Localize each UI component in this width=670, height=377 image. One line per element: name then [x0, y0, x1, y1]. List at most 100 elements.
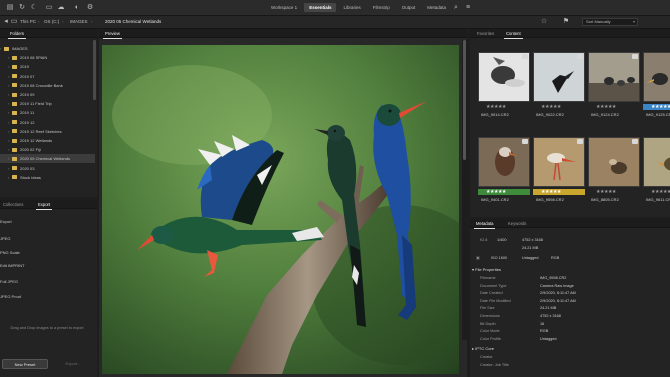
star-filter-icon[interactable]: ☆ — [540, 18, 548, 26]
chevron-right-icon[interactable]: › — [8, 108, 9, 117]
folder-item[interactable]: › IMAGES — [0, 44, 95, 53]
breadcrumb-current[interactable]: 2020 05 Chemical Wetlands — [105, 19, 161, 24]
folder-item[interactable]: › 2019 09 — [0, 90, 95, 99]
chevron-right-icon[interactable]: › — [8, 127, 9, 136]
thumbnail-image[interactable] — [533, 137, 585, 187]
tab-collections[interactable]: Collections — [3, 202, 23, 207]
rating-stars[interactable]: ★★★★★ — [588, 104, 640, 110]
folder-item[interactable]: › 2019 08 SPAIN — [0, 53, 95, 62]
thumbnail-image[interactable] — [588, 52, 640, 102]
filter-icon[interactable]: ⚑ — [562, 18, 570, 26]
thumbnail-cell[interactable]: ★★★★★ IMG_9598.CR2 — [533, 137, 585, 207]
settings-icon[interactable]: ⚙ — [86, 4, 94, 12]
thumbnail-image[interactable] — [478, 52, 530, 102]
folder-item[interactable]: › 2019 — [0, 62, 95, 71]
cloud-icon[interactable]: ☁ — [57, 4, 65, 12]
folder-item[interactable]: › 2020 02 Fiji — [0, 145, 95, 154]
tab-export[interactable]: Export — [35, 202, 53, 210]
back-icon[interactable]: ◂ — [2, 18, 10, 26]
rating-stars[interactable]: ★★★★★ — [643, 104, 670, 110]
chevron-right-icon[interactable]: › — [0, 44, 1, 53]
moon-icon[interactable]: ☾ — [30, 4, 38, 12]
tab-folders[interactable]: Folders — [8, 31, 26, 39]
breadcrumb-item[interactable]: This PC — [20, 19, 36, 24]
tab-content[interactable]: Content — [504, 31, 523, 39]
rating-stars[interactable]: ★★★★★ — [533, 189, 585, 195]
workspace-menu-icon[interactable]: ≡ — [464, 4, 472, 12]
tab-favorites[interactable]: Favorites — [477, 31, 494, 36]
chevron-right-icon[interactable]: › — [8, 72, 9, 81]
tab-keywords[interactable]: Keywords — [508, 221, 526, 226]
chevron-right-icon[interactable]: › — [8, 118, 9, 127]
export-preset[interactable]: JPEG — [0, 236, 10, 241]
color-icon[interactable]: ◐ — [73, 4, 81, 12]
chevron-right-icon[interactable]: › — [8, 145, 9, 154]
thumbnail-cell[interactable]: ★★★★★ IMG_8805.CR2 — [588, 137, 640, 207]
thumbnail-image[interactable] — [643, 52, 670, 102]
thumbnail-cell[interactable]: ★★★★★ IMG_9124.CR2 — [588, 52, 640, 122]
rating-stars[interactable]: ★★★★★ — [478, 104, 530, 110]
thumbnail-cell[interactable]: ★★★★★ IMG_9014.CR2 — [478, 52, 530, 122]
thumbnail-cell[interactable]: ★★★★★ IMG_9611.CR2 — [643, 137, 670, 207]
export-preset[interactable]: Export — [0, 219, 12, 224]
chevron-right-icon[interactable]: › — [8, 62, 9, 71]
folder-item[interactable]: › 2020 03 — [0, 164, 95, 173]
chevron-right-icon[interactable]: › — [8, 90, 9, 99]
iptc-header[interactable]: ▸ IPTC Core — [472, 346, 494, 351]
sync-icon[interactable]: ↻ — [18, 4, 26, 12]
folder-item[interactable]: › 2019 12 Wetlands — [0, 136, 95, 145]
folder-item[interactable]: › 2020 05 Chemical Wetlands — [0, 154, 95, 164]
chevron-right-icon[interactable]: › — [8, 136, 9, 145]
chevron-right-icon[interactable]: › — [8, 81, 9, 90]
folder-item[interactable]: › 2019 12 Reef Sketches — [0, 127, 95, 136]
folder-icon[interactable]: ▭ — [45, 4, 53, 12]
thumbnail-image[interactable] — [533, 52, 585, 102]
export-preset[interactable]: PNG Scale — [0, 250, 20, 255]
thumbnail-cell[interactable]: ★★★★★ IMG_9401.CR2 — [478, 137, 530, 207]
property-value: 2/9/2020, 8:11:47 AM — [540, 298, 576, 303]
folders-scrollbar[interactable] — [93, 40, 96, 100]
scroll-thumb[interactable] — [463, 40, 466, 160]
rating-stars[interactable]: ★★★★★ — [478, 189, 530, 195]
workspace-tab[interactable]: Metadata — [422, 3, 451, 12]
rating-stars[interactable]: ★★★★★ — [588, 189, 640, 195]
folder-item[interactable]: › 2019 11 — [0, 108, 95, 117]
sort-dropdown[interactable]: Sort Manually ▾ — [582, 18, 638, 26]
workspace-tab[interactable]: Output — [397, 3, 421, 12]
preview-image[interactable] — [102, 45, 459, 374]
workspace-tab[interactable]: Libraries — [338, 3, 365, 12]
drive-icon[interactable]: ▤ — [6, 4, 14, 12]
folder-item[interactable]: › 2019 08 Crocodile Bank — [0, 81, 95, 90]
chevron-right-icon[interactable]: › — [8, 173, 9, 182]
folder-item[interactable]: › Stock Ideas — [0, 173, 95, 182]
preview-scrollbar[interactable] — [462, 40, 467, 340]
thumbnail-image[interactable] — [643, 137, 670, 187]
folder-item[interactable]: › 2019 11 Field Trip — [0, 99, 95, 108]
workspace-tab[interactable]: Filmstrip — [368, 3, 395, 12]
folder-item[interactable]: › 2019 12 — [0, 118, 95, 127]
folder-item[interactable]: › 2019 07 — [0, 72, 95, 81]
thumbnail-cell[interactable]: ★★★★★ IMG_9125.CR2 — [643, 52, 670, 122]
thumbnail-image[interactable] — [588, 137, 640, 187]
export-preset[interactable]: Edit IMPRINT — [0, 263, 24, 268]
thumbnail-image[interactable] — [478, 137, 530, 187]
thumbnail-cell[interactable]: ★★★★★ IMG_9022.CR2 — [533, 52, 585, 122]
rating-stars[interactable]: ★★★★★ — [643, 189, 670, 195]
search-icon[interactable]: ⌕ — [452, 4, 460, 12]
export-preset[interactable]: JPEG Proof — [0, 294, 21, 299]
file-properties-header[interactable]: ▾ File Properties — [472, 267, 501, 272]
tab-preview[interactable]: Preview — [103, 31, 122, 39]
export-preset[interactable]: Full JPEG — [0, 279, 18, 284]
chevron-right-icon[interactable]: › — [8, 53, 9, 62]
chevron-right-icon[interactable]: › — [8, 164, 9, 173]
tab-metadata[interactable]: Metadata — [473, 221, 497, 229]
workspace-tab[interactable]: Workspace 1 — [266, 3, 302, 12]
breadcrumb-item[interactable]: OS (C:) — [44, 19, 59, 24]
export-button[interactable]: Export... — [55, 359, 91, 369]
rating-stars[interactable]: ★★★★★ — [533, 104, 585, 110]
new-preset-button[interactable]: New Preset — [2, 359, 48, 369]
chevron-right-icon[interactable]: › — [8, 154, 9, 163]
chevron-right-icon[interactable]: › — [8, 99, 9, 108]
workspace-tab-essentials[interactable]: Essentials — [304, 3, 337, 12]
breadcrumb-item[interactable]: IMAGES — [70, 19, 88, 24]
